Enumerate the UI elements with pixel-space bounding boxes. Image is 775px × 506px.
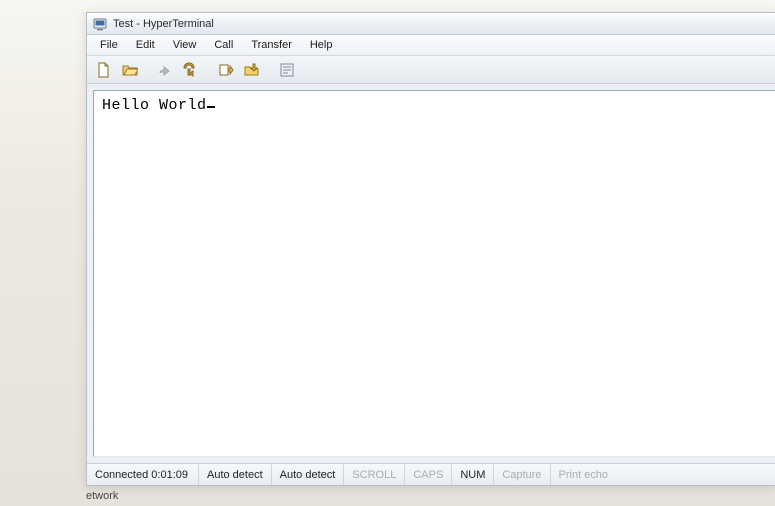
properties-button[interactable]: [276, 59, 298, 81]
disconnect-button[interactable]: [180, 59, 202, 81]
status-printecho: Print echo: [551, 464, 775, 485]
menu-transfer[interactable]: Transfer: [242, 36, 301, 54]
titlebar[interactable]: Test - HyperTerminal: [87, 13, 775, 35]
properties-icon: [279, 62, 295, 78]
menu-call[interactable]: Call: [205, 36, 242, 54]
receive-icon: [244, 62, 260, 78]
open-file-button[interactable]: [119, 59, 141, 81]
terminal-pane[interactable]: Hello World: [93, 90, 775, 457]
toolbar: [87, 56, 775, 84]
status-caps: CAPS: [405, 464, 452, 485]
client-area: Hello World: [87, 84, 775, 463]
new-file-icon: [96, 62, 112, 78]
status-connected: Connected 0:01:09: [87, 464, 199, 485]
status-scroll: SCROLL: [344, 464, 405, 485]
menu-file[interactable]: File: [91, 36, 127, 54]
disconnect-icon: [183, 62, 199, 78]
open-file-icon: [122, 62, 138, 78]
hyperterminal-window: Test - HyperTerminal File Edit View Call…: [86, 12, 775, 486]
receive-button[interactable]: [241, 59, 263, 81]
desktop-background: etwork Test - HyperTerminal File Edit Vi…: [0, 0, 775, 506]
connect-button[interactable]: [154, 59, 176, 81]
menu-view[interactable]: View: [164, 36, 206, 54]
status-capture: Capture: [494, 464, 550, 485]
send-icon: [218, 62, 234, 78]
menu-edit[interactable]: Edit: [127, 36, 164, 54]
status-num: NUM: [452, 464, 494, 485]
text-cursor: [207, 106, 215, 108]
send-button[interactable]: [215, 59, 237, 81]
terminal-output: Hello World: [102, 97, 215, 114]
statusbar: Connected 0:01:09 Auto detect Auto detec…: [87, 463, 775, 485]
menubar: File Edit View Call Transfer Help: [87, 35, 775, 56]
window-title: Test - HyperTerminal: [113, 18, 214, 30]
status-autodetect-2: Auto detect: [272, 464, 345, 485]
status-autodetect-1: Auto detect: [199, 464, 272, 485]
connect-icon: [157, 62, 173, 78]
menu-help[interactable]: Help: [301, 36, 342, 54]
app-icon: [93, 17, 107, 31]
desktop-partial-label: etwork: [86, 490, 118, 502]
new-file-button[interactable]: [93, 59, 115, 81]
